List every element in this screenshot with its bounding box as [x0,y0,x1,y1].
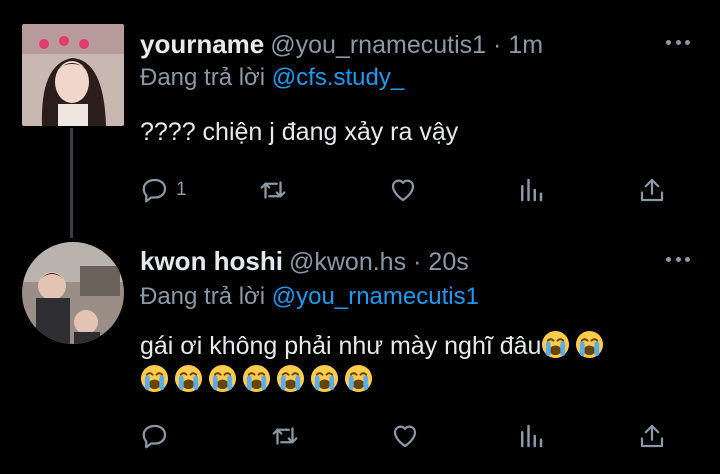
retweet-icon [272,427,298,445]
crying-face-emoji [541,330,571,359]
tweet-text-line: gái ơi không phải như mày nghĩ đâu [140,332,542,360]
share-button[interactable] [637,419,667,453]
timestamp[interactable]: 1m [508,31,543,60]
like-icon [393,425,417,448]
tweet-text-line-2 [140,363,609,397]
separator-dot: · [413,248,422,276]
replying-label: Đang trả lời [140,64,266,91]
crying-face-emoji [310,364,339,393]
analytics-icon [521,178,543,202]
tweet-1[interactable]: yourname @you_rnamecutis1 · 1m Đang trả … [0,0,720,236]
analytics-button[interactable] [516,419,546,453]
share-icon [640,178,664,202]
tweet-actions [140,419,680,453]
reply-button[interactable]: 1 [140,173,187,207]
reply-button[interactable] [140,419,176,453]
like-button[interactable] [388,173,418,207]
separator-dot: · [493,31,502,59]
more-icon[interactable] [666,40,690,48]
crying-face-emoji [208,364,237,393]
more-icon[interactable] [666,257,690,265]
analytics-icon [521,424,543,448]
avatar-kwon-hoshi[interactable] [22,242,124,344]
retweet-button[interactable] [258,173,288,207]
avatar-yourname[interactable] [22,24,124,126]
tweet-header: yourname @you_rnamecutis1 · 1m [140,29,543,61]
display-name[interactable]: kwon hoshi [140,246,283,277]
retweet-button[interactable] [270,419,300,453]
crying-face-emoji [575,330,605,359]
user-handle[interactable]: @you_rnamecutis1 [270,31,486,60]
timestamp[interactable]: 20s [428,248,468,277]
replying-label: Đang trả lời [140,283,266,310]
like-button[interactable] [390,419,420,453]
share-icon [640,424,664,448]
user-handle[interactable]: @kwon.hs [289,248,406,277]
tweet-text: gái ơi không phải như mày nghĩ đâu [140,329,609,397]
like-icon [391,179,415,202]
replying-to-mention[interactable]: @you_rnamecutis1 [272,283,479,310]
crying-face-emoji [344,364,373,393]
share-button[interactable] [637,173,667,207]
reply-icon [142,178,167,203]
crying-face-emoji [276,364,305,393]
analytics-button[interactable] [516,173,546,207]
tweet-text-line: ???? chiện j đang xảy ra vậy [140,118,459,146]
crying-face-emoji [140,364,169,393]
retweet-icon [260,181,286,199]
tweet-actions: 1 [140,173,680,207]
reply-icon [142,424,167,449]
replying-to-mention[interactable]: @cfs.study_ [272,64,404,91]
reply-count: 1 [176,179,187,200]
replying-to: Đang trả lời @cfs.study_ [140,64,404,92]
display-name[interactable]: yourname [140,29,264,60]
crying-face-emoji [242,364,271,393]
tweet-text-line-1: gái ơi không phải như mày nghĩ đâu [140,329,609,363]
crying-face-emoji [174,364,203,393]
tweet-2[interactable]: kwon hoshi @kwon.hs · 20s Đang trả lời @… [0,236,720,474]
tweet-text: ???? chiện j đang xảy ra vậy [140,115,458,149]
tweet-header: kwon hoshi @kwon.hs · 20s [140,246,469,278]
replying-to: Đang trả lời @you_rnamecutis1 [140,283,479,311]
